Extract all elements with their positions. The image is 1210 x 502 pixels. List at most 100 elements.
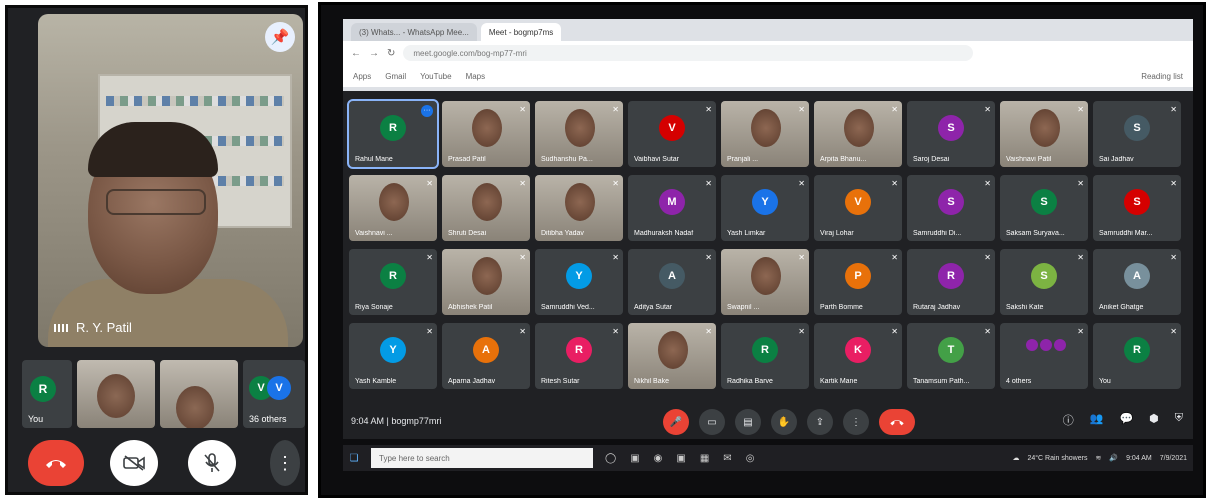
participant-tile[interactable]: ✕ Vaishnavi ...	[349, 175, 437, 241]
participant-name: Tanamsum Path...	[913, 378, 970, 385]
participant-name: Shruti Desai	[448, 230, 487, 237]
leave-call-button[interactable]	[879, 409, 915, 435]
phone-meet-screen: 📌 R. Y. Patil R You V V 36 others ⋮	[5, 5, 308, 495]
participant-tile[interactable]: K ✕ Kartik Mane	[814, 323, 902, 389]
store-icon[interactable]: ▦	[700, 453, 709, 464]
tab-whatsapp[interactable]: (3) Whats... - WhatsApp Mee...	[351, 23, 477, 41]
participant-tile[interactable]: S ✕ Sai Jadhav	[1093, 101, 1181, 167]
mail-icon[interactable]: ✉	[723, 453, 731, 464]
hand-raise-button[interactable]: ✋	[771, 409, 797, 435]
participant-tile[interactable]: ✕ Abhishek Patil	[442, 249, 530, 315]
participant-tile[interactable]: ✕ Swapnil ...	[721, 249, 809, 315]
participant-tile[interactable]: ✕ Arpita Bhanu...	[814, 101, 902, 167]
address-bar[interactable]: meet.google.com/bog-mp77-mri	[403, 45, 974, 61]
people-icon[interactable]: 👥	[1090, 412, 1104, 428]
tab-meet[interactable]: Meet - bogmp7ms	[480, 23, 562, 41]
clock-time[interactable]: 9:04 AM	[1126, 455, 1152, 462]
weather-text[interactable]: 24°C Rain showers	[1027, 455, 1087, 462]
bookmarks-bar: Apps Gmail YouTube Maps Reading list	[343, 65, 1193, 87]
camera-toggle-button[interactable]	[110, 440, 158, 486]
reload-icon[interactable]: ↻	[387, 48, 395, 59]
taskbar-search[interactable]: Type here to search	[371, 448, 593, 468]
network-icon[interactable]: ≋	[1095, 454, 1101, 462]
participant-tile[interactable]: R ✕ Rutaraj Jadhav	[907, 249, 995, 315]
main-speaker-video[interactable]: 📌 R. Y. Patil	[38, 14, 303, 347]
bookmark-maps[interactable]: Maps	[466, 72, 486, 81]
participant-face	[379, 183, 409, 221]
back-icon[interactable]: ←	[351, 48, 361, 59]
participant-tile[interactable]: ✕ 4 others	[1000, 323, 1088, 389]
participant-tile[interactable]: P ✕ Parth Bomme	[814, 249, 902, 315]
participant-tile[interactable]: R ··· Rahul Mane	[347, 99, 439, 169]
participant-face	[844, 109, 874, 147]
thumbnail-camera[interactable]	[160, 360, 238, 428]
participant-tile[interactable]: Y ✕ Yash Kamble	[349, 323, 437, 389]
participant-tile[interactable]: ✕ Vaishnavi Patil	[1000, 101, 1088, 167]
participant-tile[interactable]: ✕ Shruti Desai	[442, 175, 530, 241]
participant-tile[interactable]: A ✕ Aditya Sutar	[628, 249, 716, 315]
participant-tile[interactable]: S ✕ Saksam Suryava...	[1000, 175, 1088, 241]
participant-tile[interactable]: M ✕ Madhuraksh Nadaf	[628, 175, 716, 241]
info-icon[interactable]: ⓘ	[1063, 412, 1074, 428]
participant-tile[interactable]: A ✕ Aparna Jadhav	[442, 323, 530, 389]
participant-tile[interactable]: R ✕ You	[1093, 323, 1181, 389]
chrome-icon[interactable]: ◎	[746, 453, 755, 464]
bookmark-youtube[interactable]: YouTube	[420, 72, 451, 81]
more-vert-button[interactable]: ⋮	[843, 409, 869, 435]
more-options-button[interactable]: ⋮	[270, 440, 300, 486]
thumbnail-camera[interactable]	[77, 360, 155, 428]
participant-tile[interactable]: ✕ Sudhanshu Pa...	[535, 101, 623, 167]
participant-name: Viraj Lohar	[820, 230, 854, 237]
participant-tile[interactable]: S ✕ Sakshi Kate	[1000, 249, 1088, 315]
task-view-icon[interactable]: ◯	[605, 453, 616, 464]
participant-tile[interactable]: ✕ Prasad Patil	[442, 101, 530, 167]
participant-name: Vaishnavi Patil	[1006, 156, 1052, 163]
participant-tile[interactable]: V ✕ Vaibhavi Sutar	[628, 101, 716, 167]
forward-icon[interactable]: →	[369, 48, 379, 59]
avatar: M	[659, 189, 685, 215]
widgets-icon[interactable]: ▣	[630, 453, 639, 464]
participant-tile[interactable]: A ✕ Aniket Ghatge	[1093, 249, 1181, 315]
captions-button[interactable]: ▤	[735, 409, 761, 435]
participant-tile[interactable]: S ✕ Samruddhi Mar...	[1093, 175, 1181, 241]
end-call-button[interactable]	[28, 440, 84, 486]
present-button[interactable]: ⇪	[807, 409, 833, 435]
bookmark-gmail[interactable]: Gmail	[385, 72, 406, 81]
bookmark-apps[interactable]: Apps	[353, 72, 371, 81]
thumbnail-others[interactable]: V V 36 others	[243, 360, 305, 428]
participant-tile[interactable]: S ✕ Samruddhi Di...	[907, 175, 995, 241]
participant-tile[interactable]: R ✕ Riya Sonaje	[349, 249, 437, 315]
hand-raise-icon: ✋	[777, 416, 791, 428]
participant-tile[interactable]: V ✕ Viraj Lohar	[814, 175, 902, 241]
participant-tile[interactable]: R ✕ Radhika Barve	[721, 323, 809, 389]
tile-options-icon: ···	[421, 105, 433, 117]
participant-grid: R ··· Rahul Mane ✕ Prasad Patil ✕ Sudhanshu Pa…	[347, 99, 1189, 389]
participant-face	[751, 109, 781, 147]
thumbnail-you[interactable]: R You	[22, 360, 72, 428]
participant-tile[interactable]: ✕ Pranjali ...	[721, 101, 809, 167]
mic-off-button[interactable]: 🎤	[663, 409, 689, 435]
participant-tile[interactable]: ✕ Nikhil Bake	[628, 323, 716, 389]
tab-strip: (3) Whats... - WhatsApp Mee... Meet - bo…	[343, 19, 1193, 41]
participant-tile[interactable]: ✕ Ditibha Yadav	[535, 175, 623, 241]
avatar: T	[938, 337, 964, 363]
file-explorer-icon[interactable]: ▣	[676, 453, 685, 464]
participant-name: Abhishek Patil	[448, 304, 493, 311]
chat-icon[interactable]: 💬	[1119, 412, 1133, 428]
security-icon[interactable]: ⛨	[1175, 412, 1183, 428]
participant-tile[interactable]: Y ✕ Samruddhi Ved...	[535, 249, 623, 315]
avatar: R	[752, 337, 778, 363]
edge-icon[interactable]: ◉	[654, 453, 663, 464]
participant-tile[interactable]: R ✕ Ritesh Sutar	[535, 323, 623, 389]
mic-toggle-button[interactable]	[188, 440, 236, 486]
pin-icon[interactable]: 📌	[265, 22, 295, 52]
windows-start-icon[interactable]: ❏	[343, 453, 365, 464]
clock-date[interactable]: 7/9/2021	[1160, 455, 1187, 462]
activities-icon[interactable]: ⬢	[1149, 412, 1159, 428]
camera-button[interactable]: ▭	[699, 409, 725, 435]
participant-tile[interactable]: Y ✕ Yash Limkar	[721, 175, 809, 241]
participant-tile[interactable]: T ✕ Tanamsum Path...	[907, 323, 995, 389]
participant-tile[interactable]: S ✕ Saroj Desai	[907, 101, 995, 167]
reading-list[interactable]: Reading list	[1141, 72, 1183, 81]
volume-icon[interactable]: 🔊	[1109, 454, 1118, 462]
